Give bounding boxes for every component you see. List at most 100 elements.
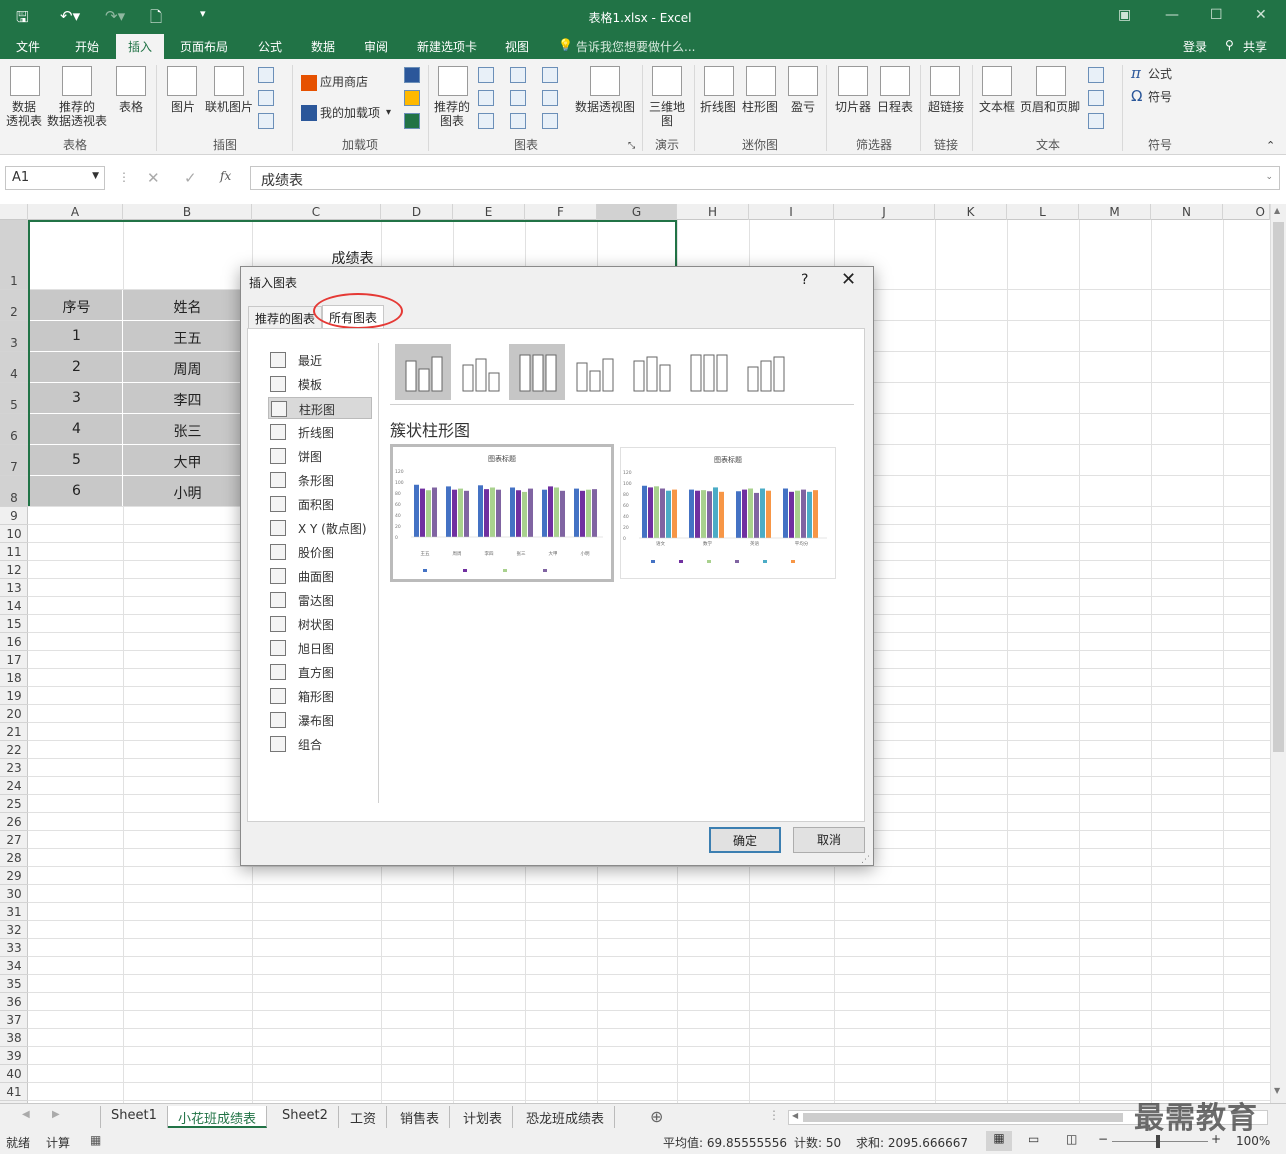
insert-function-icon[interactable]: fx: [220, 169, 231, 183]
table-cell[interactable]: 大甲: [123, 452, 252, 472]
add-sheet-icon[interactable]: ⊕: [650, 1107, 663, 1126]
row-header[interactable]: 30: [0, 885, 28, 903]
next-sheet-icon[interactable]: ▶: [52, 1109, 60, 1120]
tab-new[interactable]: 新建选项卡: [417, 38, 477, 55]
col-header-d[interactable]: D: [381, 204, 453, 220]
row-header[interactable]: 6: [0, 414, 28, 445]
help-icon[interactable]: ?: [801, 272, 808, 288]
preview-clustered-by-column[interactable]: 图表标题 120 100 80 60 40 20 0 语文 数学 英语 平均分: [620, 447, 836, 579]
chart-subtypes[interactable]: [388, 343, 788, 403]
zoom-out-icon[interactable]: −: [1098, 1132, 1108, 1146]
tell-me-box[interactable]: 告诉我您想要做什么...: [576, 38, 695, 55]
chart-category-item[interactable]: 最近: [268, 349, 372, 371]
name-box[interactable]: A1 ▼: [5, 166, 105, 190]
new-doc-icon[interactable]: 🗋: [150, 7, 162, 32]
chart-category-item[interactable]: 树状图: [268, 613, 372, 635]
chart-category-item[interactable]: 折线图: [268, 421, 372, 443]
row-header[interactable]: 27: [0, 831, 28, 849]
row-header[interactable]: 10: [0, 525, 28, 543]
row-header[interactable]: 41: [0, 1083, 28, 1101]
row-header[interactable]: 13: [0, 579, 28, 597]
row-header[interactable]: 24: [0, 777, 28, 795]
col-header-o[interactable]: O: [1223, 204, 1270, 220]
scroll-down-icon[interactable]: ▼: [1274, 1086, 1280, 1095]
table-cell[interactable]: 张三: [123, 421, 252, 441]
tab-recommended-charts[interactable]: 推荐的图表: [248, 306, 323, 328]
store-button[interactable]: 应用商店: [320, 75, 368, 89]
row-header[interactable]: 17: [0, 651, 28, 669]
row-header[interactable]: 34: [0, 957, 28, 975]
row-header[interactable]: 4: [0, 352, 28, 383]
3d-map-button[interactable]: 三维地 图: [645, 100, 689, 128]
col-header-a[interactable]: A: [28, 204, 123, 220]
charts-dialog-launcher-icon[interactable]: ⤡: [628, 139, 635, 153]
login-link[interactable]: 登录: [1183, 38, 1207, 55]
smartart-icon[interactable]: [258, 90, 274, 106]
customize-qat-icon[interactable]: ▾: [200, 7, 206, 20]
tab-insert[interactable]: 插入: [116, 34, 165, 59]
table-cell[interactable]: 4: [30, 421, 123, 437]
table-cell[interactable]: 周周: [123, 359, 252, 379]
close-window-icon[interactable]: ✕: [1255, 7, 1267, 23]
scroll-left-icon[interactable]: ◀: [792, 1111, 798, 1120]
macro-record-icon[interactable]: ▦: [90, 1133, 101, 1147]
textbox-button[interactable]: 文本框: [976, 100, 1018, 114]
bing-maps-icon[interactable]: [404, 90, 420, 106]
sheet-title[interactable]: 成绩表: [252, 248, 453, 268]
table-cell[interactable]: 2: [30, 359, 123, 375]
sheet-tab-salary[interactable]: 工资: [340, 1106, 388, 1128]
chart-category-item[interactable]: 雷达图: [268, 589, 372, 611]
row-header[interactable]: 16: [0, 633, 28, 651]
row-header[interactable]: 1: [0, 220, 28, 290]
col-header-g[interactable]: G: [597, 204, 677, 220]
chart-category-item[interactable]: 瀑布图: [268, 709, 372, 731]
table-button[interactable]: 表格: [112, 100, 150, 114]
close-icon[interactable]: ✕: [841, 269, 856, 290]
percent-stacked-column-icon[interactable]: [509, 344, 565, 400]
ok-button[interactable]: 确定: [709, 827, 781, 853]
calculate-status[interactable]: 计算: [46, 1134, 70, 1151]
sparkline-winloss-button[interactable]: 盈亏: [784, 100, 822, 114]
col-header-j[interactable]: J: [834, 204, 935, 220]
3d-stacked-column-icon[interactable]: [633, 356, 671, 392]
hierarchy-chart-icon[interactable]: [510, 67, 526, 83]
row-header[interactable]: 21: [0, 723, 28, 741]
my-addins-button[interactable]: 我的加载项: [320, 106, 380, 120]
row-header[interactable]: 7: [0, 445, 28, 476]
row-header[interactable]: 15: [0, 615, 28, 633]
col-header-f[interactable]: F: [525, 204, 597, 220]
table-cell[interactable]: 王五: [123, 328, 252, 348]
select-all-corner[interactable]: [0, 204, 28, 220]
page-break-view-icon[interactable]: ◫: [1066, 1132, 1077, 1146]
statistic-chart-icon[interactable]: [510, 90, 526, 106]
expand-formula-icon[interactable]: ⌄: [1265, 172, 1273, 182]
sheet-tab-dino[interactable]: 恐龙班成绩表: [516, 1106, 616, 1128]
slicer-button[interactable]: 切片器: [832, 100, 874, 114]
sheet-tab-sales[interactable]: 销售表: [390, 1106, 451, 1128]
cancel-button[interactable]: 取消: [793, 827, 865, 853]
row-header[interactable]: 35: [0, 975, 28, 993]
col-header-b[interactable]: B: [123, 204, 252, 220]
vertical-scroll-thumb[interactable]: [1273, 222, 1284, 752]
row-header[interactable]: 23: [0, 759, 28, 777]
chart-category-item[interactable]: 曲面图: [268, 565, 372, 587]
sheet-tab-plan[interactable]: 计划表: [453, 1106, 514, 1128]
row-header[interactable]: 22: [0, 741, 28, 759]
row-header[interactable]: 8: [0, 476, 28, 507]
chart-category-item[interactable]: 模板: [268, 373, 372, 395]
row-header[interactable]: 37: [0, 1011, 28, 1029]
row-header[interactable]: 25: [0, 795, 28, 813]
chart-category-item[interactable]: 柱形图: [268, 397, 372, 419]
row-header[interactable]: 38: [0, 1029, 28, 1047]
3d-percent-stacked-column-icon[interactable]: [690, 354, 728, 392]
wordart-icon[interactable]: [1088, 67, 1104, 83]
row-header[interactable]: 28: [0, 849, 28, 867]
column-chart-icon[interactable]: [478, 67, 494, 83]
tab-review[interactable]: 审阅: [364, 38, 388, 55]
row-header[interactable]: 3: [0, 321, 28, 352]
col-header-h[interactable]: H: [677, 204, 749, 220]
clustered-column-icon[interactable]: [395, 344, 451, 400]
row-header[interactable]: 5: [0, 383, 28, 414]
line-chart-icon[interactable]: [478, 90, 494, 106]
scroll-up-icon[interactable]: ▲: [1274, 206, 1280, 215]
